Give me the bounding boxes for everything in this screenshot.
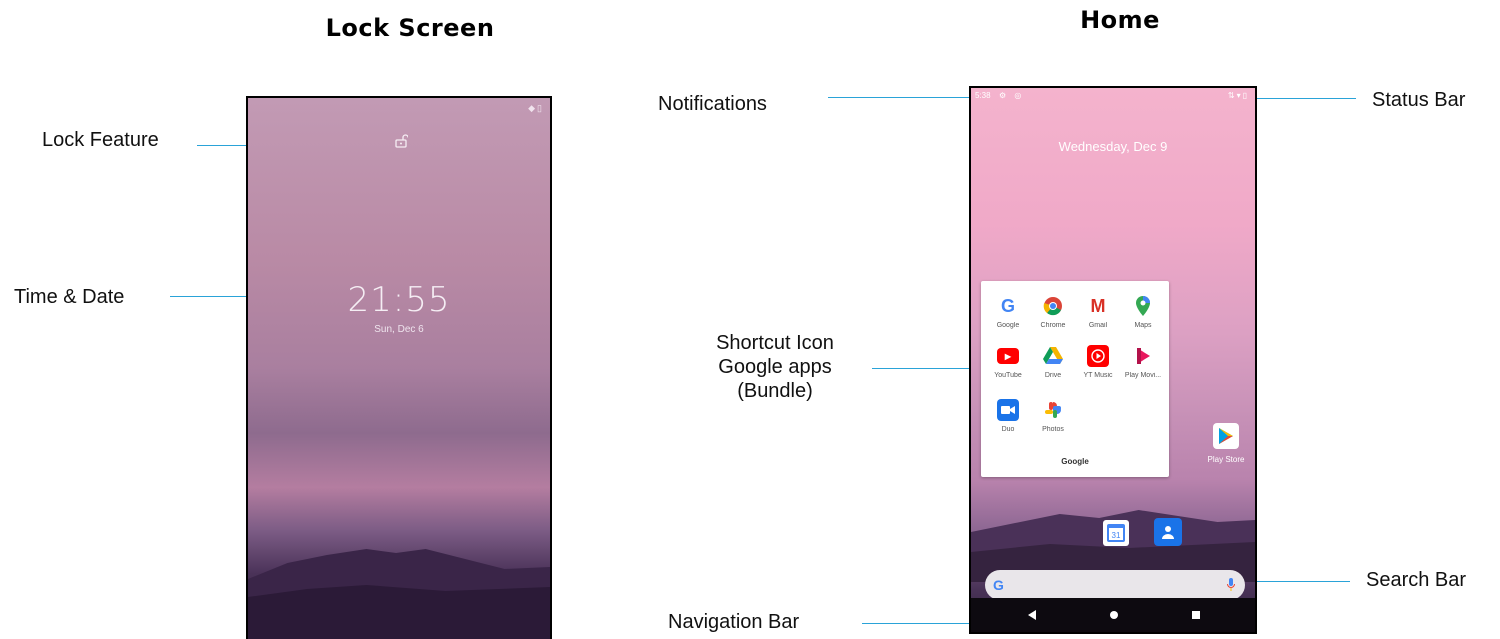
folder-name: Google — [1061, 457, 1089, 466]
app-gmail[interactable]: M Gmail — [1075, 295, 1121, 330]
shortcut-leader — [872, 368, 978, 369]
yt-music-icon — [1087, 345, 1109, 367]
notifications-leader — [828, 97, 972, 98]
app-label: Drive — [1044, 372, 1062, 379]
search-bar-label: Search Bar — [1366, 569, 1467, 591]
shortcut-label-line2: Google apps — [718, 356, 832, 378]
app-chrome[interactable]: Chrome — [1030, 295, 1076, 329]
lock-feature-label: Lock Feature — [42, 129, 159, 151]
status-bar-label: Status Bar — [1372, 89, 1466, 111]
lock-status-icons: ◆▯ — [528, 103, 544, 113]
app-label: Gmail — [1088, 322, 1108, 329]
app-photos[interactable]: Photos — [1030, 399, 1076, 433]
google-icon: G — [1000, 295, 1015, 316]
home-screen-phone: 5:38 ⚙ ◎ ⇅▾▯ Wednesday, Dec 9 G Google C… — [969, 86, 1257, 634]
home-date-widget[interactable]: Wednesday, Dec 9 — [971, 139, 1255, 154]
app-label: YT Music — [1083, 372, 1113, 379]
chrome-icon — [1042, 295, 1064, 317]
home-heading: Home — [1080, 6, 1160, 34]
status-bar[interactable]: 5:38 ⚙ ◎ ⇅▾▯ — [971, 88, 1255, 104]
unlock-icon[interactable] — [394, 134, 408, 148]
status-icons: ⇅▾▯ — [1227, 91, 1249, 100]
google-g-icon: G — [993, 577, 1004, 593]
app-play-store[interactable]: Play Store — [1201, 423, 1251, 464]
shortcut-label: Shortcut Icon Google apps (Bundle) — [700, 331, 850, 403]
navigation-bar-leader — [862, 623, 974, 624]
drive-icon — [1042, 345, 1064, 367]
photos-icon — [1042, 399, 1064, 421]
status-time: 5:38 — [975, 91, 991, 100]
search-bar[interactable]: G — [985, 570, 1245, 600]
recents-button[interactable] — [1191, 610, 1201, 620]
mic-icon[interactable] — [1227, 578, 1235, 592]
calendar-day: 31 — [1112, 531, 1121, 540]
lock-screen-heading: Lock Screen — [325, 14, 495, 42]
app-drive[interactable]: Drive — [1030, 345, 1076, 379]
lock-clock: 21:55 — [347, 280, 451, 320]
status-bar-leader — [1250, 98, 1356, 99]
lock-screen-phone: ◆▯ 21:55 Sun, Dec 6 — [246, 96, 552, 639]
notification-icons[interactable]: ⚙ ◎ — [999, 91, 1024, 100]
youtube-icon: ▶ — [997, 348, 1019, 364]
app-maps[interactable]: Maps — [1120, 295, 1166, 329]
notifications-label: Notifications — [658, 93, 767, 115]
maps-icon — [1132, 295, 1154, 317]
navigation-bar — [971, 598, 1255, 632]
app-google[interactable]: G Google — [985, 295, 1031, 330]
navigation-bar-label: Navigation Bar — [668, 611, 800, 633]
app-label: YouTube — [994, 372, 1022, 379]
play-movies-icon — [1132, 345, 1154, 367]
time-date-label: Time & Date — [14, 286, 125, 308]
shortcut-label-line1: Shortcut Icon — [716, 332, 834, 354]
mountains-image — [248, 549, 550, 639]
app-label: Play Movi... — [1124, 372, 1162, 379]
shortcut-label-line3: (Bundle) — [737, 380, 813, 402]
app-label: Maps — [1134, 322, 1152, 329]
contacts-icon[interactable] — [1154, 518, 1182, 546]
app-label: Photos — [1042, 426, 1064, 433]
play-store-label: Play Store — [1207, 455, 1245, 464]
app-label: Duo — [1001, 426, 1015, 433]
home-button[interactable] — [1109, 610, 1119, 620]
app-label: Google — [996, 322, 1020, 329]
play-store-icon — [1213, 423, 1239, 449]
google-apps-folder[interactable]: G Google Chrome M Gmail Maps ▶ YouTube D… — [981, 281, 1169, 477]
app-label: Chrome — [1040, 322, 1066, 329]
app-youtube[interactable]: ▶ YouTube — [985, 345, 1031, 379]
app-play-movies[interactable]: Play Movi... — [1120, 345, 1166, 379]
app-duo[interactable]: Duo — [985, 399, 1031, 433]
back-button[interactable] — [1027, 609, 1037, 621]
duo-icon — [997, 399, 1019, 421]
gmail-icon: M — [1090, 295, 1106, 316]
app-yt-music[interactable]: YT Music — [1075, 345, 1121, 379]
calendar-icon[interactable]: 31 — [1103, 520, 1129, 546]
lock-date: Sun, Dec 6 — [374, 324, 424, 335]
